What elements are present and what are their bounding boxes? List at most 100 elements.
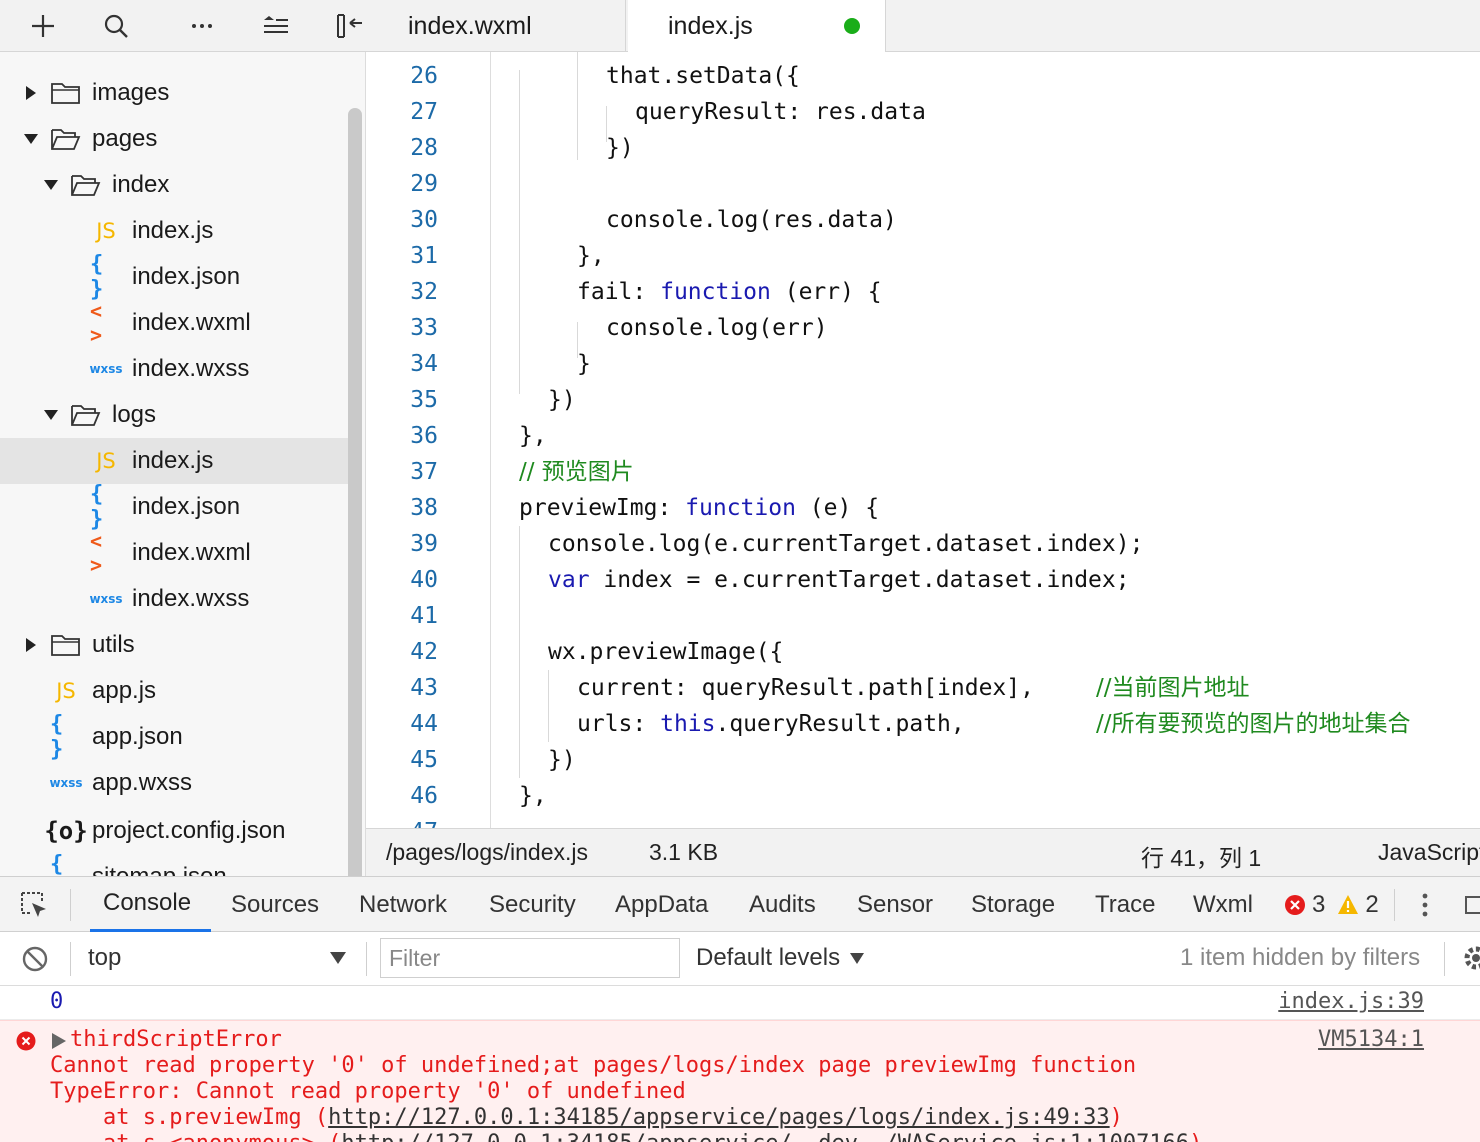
chevron-down-icon bbox=[330, 952, 346, 964]
code-line: 29 bbox=[366, 166, 1480, 202]
plus-icon[interactable] bbox=[26, 10, 60, 42]
line-number: 43 bbox=[410, 675, 438, 701]
line-number: 40 bbox=[410, 567, 438, 593]
tree-item-label: app.wxss bbox=[92, 769, 193, 796]
tab-index-js[interactable]: index.js bbox=[628, 0, 886, 53]
status-language[interactable]: JavaScript bbox=[1378, 839, 1480, 866]
tree-item-index-wxml[interactable]: < > index.wxml bbox=[0, 299, 348, 347]
code-token: (err) { bbox=[770, 279, 882, 305]
clear-console-icon[interactable] bbox=[22, 946, 48, 972]
line-number: 38 bbox=[410, 495, 438, 521]
tree-scrollbar[interactable] bbox=[348, 108, 362, 878]
line-number: 47 bbox=[366, 814, 438, 828]
filter-input[interactable] bbox=[380, 938, 680, 978]
tree-item-logs[interactable]: logs bbox=[0, 392, 348, 438]
config-file-icon: {o} bbox=[44, 817, 88, 845]
wxss-file-icon: wxss bbox=[89, 362, 123, 376]
tree-item-project-config-json[interactable]: {o} project.config.json bbox=[0, 808, 348, 854]
wxss-file-icon: wxss bbox=[49, 776, 83, 790]
error-title[interactable]: thirdScriptError bbox=[70, 1027, 282, 1053]
settings-gear-icon[interactable] bbox=[1462, 944, 1480, 972]
js-file-icon: JS bbox=[96, 219, 116, 243]
line-number: 37 bbox=[410, 459, 438, 485]
tree-item-index-wxss[interactable]: wxss index.wxss bbox=[0, 346, 348, 392]
line-number: 28 bbox=[410, 135, 438, 161]
tree-item-app-wxss[interactable]: wxss app.wxss bbox=[0, 760, 348, 806]
code-token: (e) { bbox=[795, 495, 880, 521]
line-number: 29 bbox=[410, 171, 438, 197]
dock-side-icon[interactable] bbox=[1464, 893, 1480, 917]
code-line: 35}) bbox=[366, 382, 1480, 418]
tree-item-pages[interactable]: pages bbox=[0, 116, 348, 162]
tree-item-utils[interactable]: utils bbox=[0, 622, 348, 668]
tab-index-wxml[interactable]: index.wxml bbox=[366, 0, 626, 52]
issue-counters[interactable]: 3 2 bbox=[1284, 891, 1379, 919]
tree-item-index-wxss[interactable]: wxss index.wxss bbox=[0, 576, 348, 622]
console-error-entry: thirdScriptError VM5134:1 Cannot read pr… bbox=[0, 1020, 1480, 1142]
tab-security[interactable]: Security bbox=[489, 877, 576, 932]
tab-storage[interactable]: Storage bbox=[971, 877, 1055, 932]
caret-right-icon[interactable] bbox=[24, 638, 38, 652]
tab-label: index.js bbox=[668, 12, 753, 40]
more-icon[interactable] bbox=[185, 10, 219, 42]
tree-item-index-wxml[interactable]: < > index.wxml bbox=[0, 529, 348, 577]
tab-sensor[interactable]: Sensor bbox=[857, 877, 933, 932]
code-line: 32 fail: function (err) { bbox=[366, 274, 1480, 310]
tab-audits[interactable]: Audits bbox=[749, 877, 816, 932]
more-vertical-icon[interactable] bbox=[1420, 891, 1430, 919]
code-token: .queryResult.path, bbox=[715, 711, 965, 737]
caret-down-icon[interactable] bbox=[44, 408, 58, 422]
code-editor[interactable]: 26 that.setData({27 queryResult: res.data 2… bbox=[366, 52, 1480, 828]
tree-item-app-js[interactable]: JS app.js bbox=[0, 668, 348, 714]
tab-console[interactable]: Console bbox=[90, 877, 212, 932]
error-source-link[interactable]: VM5134:1 bbox=[1318, 1027, 1424, 1053]
separator bbox=[70, 889, 71, 921]
code-line: 36}, bbox=[366, 418, 1480, 454]
code-line: 30 console.log(res.data) bbox=[366, 202, 1480, 238]
expand-triangle-icon[interactable] bbox=[52, 1033, 66, 1049]
tab-appdata[interactable]: AppData bbox=[615, 877, 708, 932]
tree-item-label: index.wxss bbox=[132, 355, 250, 382]
search-icon[interactable] bbox=[99, 10, 133, 42]
code-line: 45}) bbox=[366, 742, 1480, 778]
explorer-toolbar bbox=[0, 0, 366, 52]
log-source-link[interactable]: index.js:39 bbox=[1278, 989, 1424, 1015]
caret-down-icon[interactable] bbox=[24, 132, 38, 146]
tree-item-index-json[interactable]: { } index.json bbox=[0, 482, 348, 532]
code-text: }) bbox=[606, 130, 634, 166]
code-line: 27 queryResult: res.data bbox=[366, 94, 1480, 130]
line-number: 31 bbox=[410, 243, 438, 269]
stack-frame-link[interactable]: http://127.0.0.1:34185/appservice/pages/… bbox=[328, 1105, 1109, 1130]
stack-frame-link[interactable]: http://127.0.0.1:34185/appservice/__dev_… bbox=[341, 1131, 1189, 1142]
folder-icon bbox=[50, 80, 82, 106]
code-token: }) bbox=[548, 747, 576, 773]
tree-item-index-js[interactable]: JS index.js bbox=[0, 438, 348, 484]
caret-down-icon[interactable] bbox=[44, 178, 58, 192]
tab-sources[interactable]: Sources bbox=[231, 877, 319, 932]
tree-item-sitemap-json[interactable]: { }sitemap.json bbox=[0, 852, 348, 878]
code-line: 41 bbox=[366, 598, 1480, 634]
tree-item-index-js[interactable]: JS index.js bbox=[0, 208, 348, 254]
inspect-element-icon[interactable] bbox=[20, 891, 50, 921]
tab-wxml[interactable]: Wxml bbox=[1193, 877, 1253, 932]
tab-network[interactable]: Network bbox=[359, 877, 447, 932]
context-selector[interactable]: top bbox=[88, 932, 358, 984]
code-text: } bbox=[577, 346, 591, 382]
tree-item-label: pages bbox=[92, 125, 158, 152]
line-number: 46 bbox=[410, 783, 438, 809]
log-levels-dropdown[interactable]: Default levels bbox=[696, 932, 865, 984]
collapse-all-icon[interactable] bbox=[259, 10, 293, 42]
code-token: that.setData({ bbox=[606, 63, 800, 89]
code-line: 38 previewImg: function (e) { bbox=[366, 490, 1480, 526]
tab-trace[interactable]: Trace bbox=[1095, 877, 1155, 932]
error-icon bbox=[1285, 895, 1305, 915]
tree-item-images[interactable]: images bbox=[0, 70, 348, 116]
status-cursor-position[interactable]: 行 41，列 1 bbox=[1141, 839, 1261, 873]
tree-item-index[interactable]: index bbox=[0, 162, 348, 208]
caret-right-icon[interactable] bbox=[24, 86, 38, 100]
code-keyword: this bbox=[660, 711, 716, 737]
toggle-sidebar-icon[interactable] bbox=[332, 10, 366, 42]
tree-item-app-json[interactable]: { } app.json bbox=[0, 712, 348, 762]
tree-item-index-json[interactable]: { } index.json bbox=[0, 252, 348, 302]
line-number: 33 bbox=[410, 315, 438, 341]
